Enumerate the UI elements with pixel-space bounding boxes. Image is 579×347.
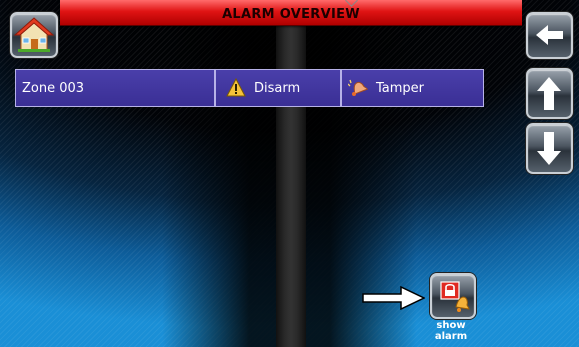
page-title: ALARM OVERVIEW [222, 7, 360, 22]
scroll-down-button[interactable] [526, 123, 573, 174]
zone-name-cell: Zone 003 [15, 69, 215, 107]
home-icon [13, 17, 55, 52]
alarm-state: Disarm [254, 80, 301, 96]
pointer-arrow-icon [362, 286, 425, 310]
back-button[interactable] [526, 12, 573, 59]
alarm-type-cell: Tamper [341, 69, 484, 107]
alarm-type: Tamper [376, 80, 425, 96]
arrow-left-icon [536, 25, 563, 45]
home-button[interactable] [10, 12, 58, 58]
warning-icon [226, 77, 246, 98]
alarm-row[interactable]: Zone 003 Disarm Tamper [15, 69, 484, 107]
show-alarm-label: show alarm [434, 320, 468, 342]
zone-name: Zone 003 [22, 80, 85, 96]
show-alarm-button[interactable] [430, 273, 476, 319]
bell-icon [347, 78, 369, 98]
title-notch [345, 0, 358, 7]
alarm-state-cell: Disarm [215, 69, 341, 107]
title-bar: ALARM OVERVIEW [60, 0, 522, 26]
scroll-up-button[interactable] [526, 68, 573, 119]
arrow-down-icon [537, 132, 561, 165]
lock-bell-icon [440, 281, 470, 312]
arrow-up-icon [537, 77, 561, 110]
